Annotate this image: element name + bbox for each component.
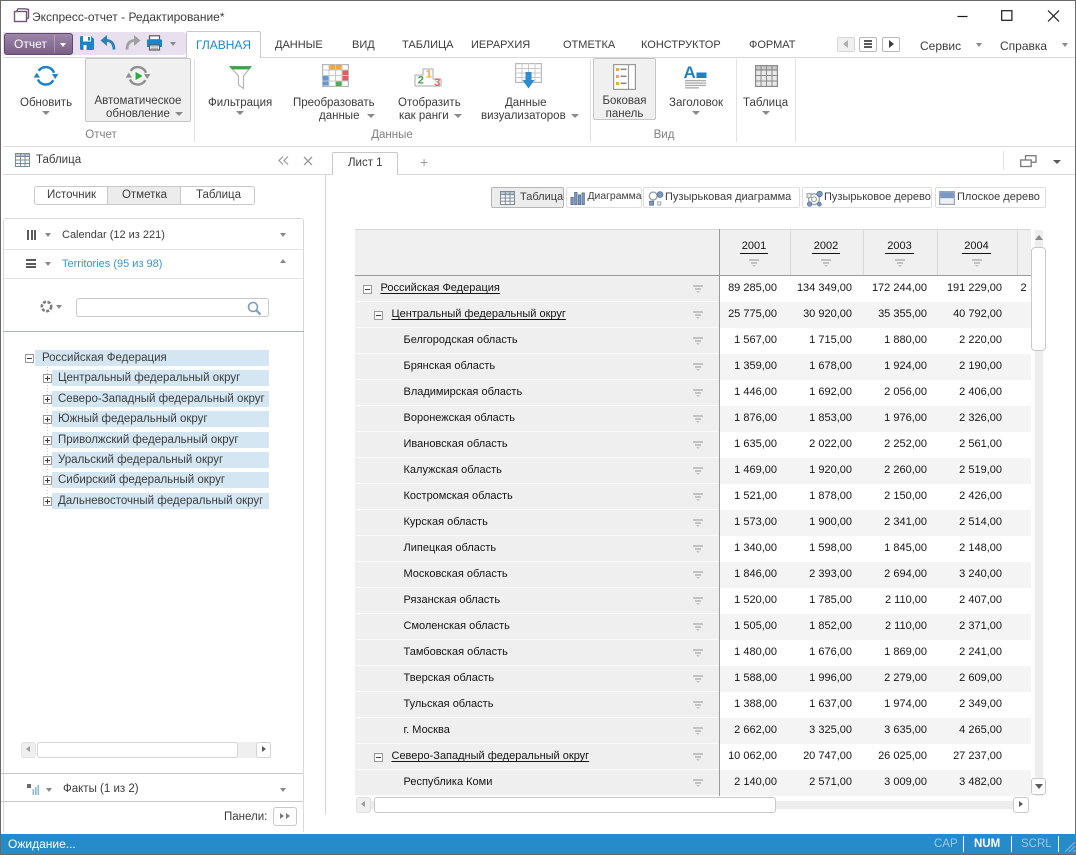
svg-text:1: 1 bbox=[426, 69, 432, 81]
svg-text:3: 3 bbox=[434, 77, 440, 87]
svg-text:2: 2 bbox=[418, 75, 424, 87]
svg-text:A: A bbox=[684, 64, 696, 82]
